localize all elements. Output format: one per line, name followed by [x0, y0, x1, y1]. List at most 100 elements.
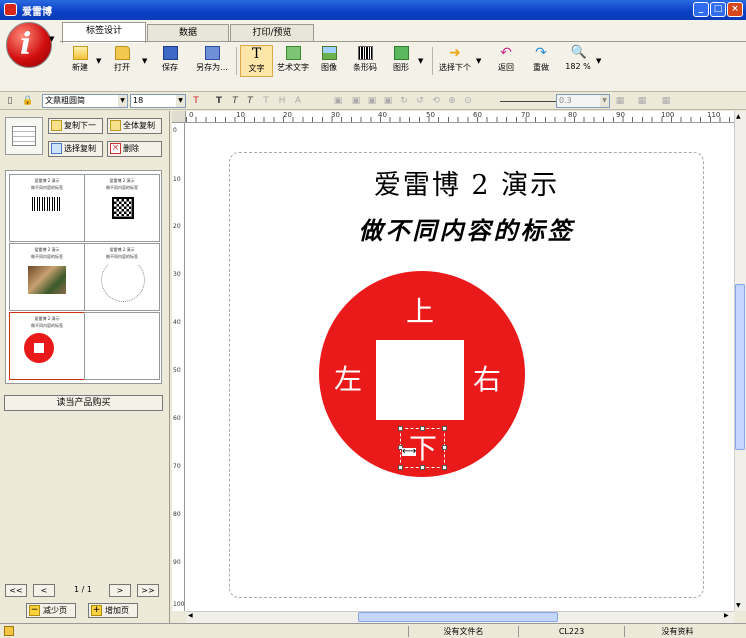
resize-handle[interactable] — [442, 465, 447, 470]
redo-button[interactable]: ↷ 重做 — [527, 45, 555, 77]
resize-handle[interactable] — [420, 465, 425, 470]
last-page-button[interactable]: >> — [137, 584, 159, 597]
thumbnail-barcode[interactable]: 爱雷博 2 演示 做不同内容的标签 — [9, 174, 85, 242]
thumbnail-qrcode[interactable]: 爱雷博 2 演示 做不同内容的标签 — [84, 174, 160, 242]
arrange-icon[interactable]: ▦ — [660, 95, 672, 107]
select-copy-button[interactable]: 选择复制 — [48, 141, 103, 157]
move-cursor-icon: ⟷ — [402, 446, 417, 457]
resize-handle[interactable] — [442, 426, 447, 431]
mirror-icon[interactable]: ⟲ — [430, 95, 442, 107]
label-title-text[interactable]: 爱雷博 2 演示 — [230, 163, 703, 202]
delete-button[interactable]: × 删除 — [107, 141, 162, 157]
page-icon[interactable]: ▯ — [4, 95, 16, 107]
zoom-small-icon[interactable]: ⊙ — [462, 95, 474, 107]
zoom-dropdown-chevron-icon[interactable]: ▼ — [596, 57, 601, 65]
vertical-ruler: 0 10 20 30 40 50 60 70 80 90 100 — [172, 123, 185, 611]
left-char-text[interactable]: 左 — [334, 358, 362, 398]
arc-text-image — [101, 258, 145, 302]
align-justify-icon[interactable]: ▣ — [382, 95, 394, 107]
save-button[interactable]: 保存 — [154, 45, 186, 77]
next-page-button[interactable]: > — [109, 584, 131, 597]
align-left-icon[interactable]: ▣ — [332, 95, 344, 107]
close-button[interactable]: × — [727, 2, 743, 17]
ribbon-separator — [432, 47, 433, 75]
vertical-scroll-thumb[interactable] — [735, 284, 745, 450]
tab-print-preview[interactable]: 打印/预览 — [230, 24, 314, 42]
remove-page-button[interactable]: − 减少页 — [26, 603, 76, 618]
fill-color-icon[interactable]: ▦ — [614, 95, 626, 107]
first-page-button[interactable]: << — [5, 584, 27, 597]
copy-next-button[interactable]: 复制下一 — [48, 118, 103, 134]
copy-all-button[interactable]: 全体复制 — [107, 118, 162, 134]
prev-page-button[interactable]: < — [33, 584, 55, 597]
flip-icon[interactable]: ↺ — [414, 95, 426, 107]
app-menu-button[interactable]: i — [6, 22, 52, 68]
top-char-text[interactable]: 上 — [406, 290, 434, 330]
tab-label-design[interactable]: 标签设计 — [62, 22, 146, 43]
rotate-icon[interactable]: ↻ — [398, 95, 410, 107]
font-size-select[interactable]: 18 ▼ — [130, 94, 186, 108]
minimize-button[interactable]: _ — [693, 2, 709, 17]
scroll-down-icon[interactable]: ▼ — [736, 602, 741, 609]
select-next-button[interactable]: ➜ 选择下个 — [436, 45, 474, 77]
zoom-icon: 🔍 — [570, 45, 587, 60]
align-right-icon[interactable]: ▣ — [366, 95, 378, 107]
font-name-select[interactable]: 文鼎粗圆简 ▼ — [42, 94, 128, 108]
label-subtitle-text[interactable]: 做不同内容的标签 — [230, 211, 703, 246]
barcode-icon — [357, 46, 373, 60]
right-char-text[interactable]: 右 — [473, 358, 501, 398]
lock-icon[interactable]: 🔒 — [22, 95, 34, 107]
shape-dropdown-chevron-icon[interactable]: ▼ — [418, 57, 423, 65]
text-tool-button[interactable]: T 文字 — [240, 45, 273, 77]
thumbnail-arc-text[interactable]: 爱雷博 2 演示 做不同内容的标签 — [84, 243, 160, 311]
resize-handle[interactable] — [442, 445, 447, 450]
open-button[interactable]: 打开 — [106, 45, 138, 77]
bold-icon[interactable]: T — [213, 95, 225, 107]
resize-handle[interactable] — [420, 426, 425, 431]
thumbnail-empty[interactable] — [84, 312, 160, 380]
thumbnail-photo[interactable]: 爱雷博 2 演示 做不同内容的标签 — [9, 243, 85, 311]
thumbnail-red-circle[interactable]: 爱雷博 2 演示 做不同内容的标签 — [9, 312, 85, 380]
white-square-shape[interactable] — [376, 340, 464, 420]
save-as-icon — [204, 46, 220, 60]
zoom-button[interactable]: 🔍 182 % — [562, 45, 594, 77]
select-next-chevron-icon[interactable]: ▼ — [476, 57, 481, 65]
align-center-icon[interactable]: ▣ — [350, 95, 362, 107]
resize-handle[interactable] — [398, 426, 403, 431]
undo-button[interactable]: ↶ 返回 — [492, 45, 520, 77]
new-dropdown-chevron-icon[interactable]: ▼ — [96, 57, 101, 65]
select-copy-icon — [51, 143, 62, 154]
scroll-left-icon[interactable]: ◀ — [188, 612, 193, 619]
line-width-select[interactable]: 0.3 ▼ — [556, 94, 610, 108]
resize-handle[interactable] — [398, 465, 403, 470]
line-style-icon[interactable] — [500, 101, 556, 102]
strike-icon[interactable]: H — [276, 95, 288, 107]
italic-icon[interactable]: T — [229, 95, 241, 107]
scroll-right-icon[interactable]: ▶ — [724, 612, 729, 619]
scroll-up-icon[interactable]: ▲ — [736, 113, 741, 120]
maximize-button[interactable]: □ — [710, 2, 726, 17]
effect-icon[interactable]: ⊕ — [446, 95, 458, 107]
border-color-icon[interactable]: ▦ — [636, 95, 648, 107]
add-page-button[interactable]: + 增加页 — [88, 603, 138, 618]
new-button[interactable]: 新建 — [64, 45, 96, 77]
redo-icon: ↷ — [535, 45, 547, 61]
tab-data[interactable]: 数据 — [147, 24, 229, 42]
open-dropdown-chevron-icon[interactable]: ▼ — [142, 57, 147, 65]
label-thumbnails: 爱雷博 2 演示 做不同内容的标签 爱雷博 2 演示 做不同内容的标签 爱雷博 … — [5, 170, 162, 384]
underline-icon[interactable]: T — [260, 95, 272, 107]
ruler-corner — [172, 111, 186, 123]
font-color-icon[interactable]: T — [190, 95, 202, 107]
shape-button[interactable]: 图形 — [386, 45, 416, 77]
art-text-button[interactable]: 艺术文字 — [275, 45, 311, 77]
barcode-button[interactable]: 条形码 — [348, 45, 382, 77]
italic-alt-icon[interactable]: T — [244, 95, 256, 107]
red-circle-image — [24, 333, 54, 363]
chevron-down-icon[interactable]: ▼ — [49, 35, 54, 43]
save-as-button[interactable]: 另存为... — [190, 45, 234, 77]
buy-button[interactable]: 读当产品购买 — [4, 395, 163, 411]
spacing-icon[interactable]: A — [292, 95, 304, 107]
delete-x-icon: × — [110, 143, 121, 154]
image-button[interactable]: 图像 — [314, 45, 344, 77]
horizontal-scroll-thumb[interactable] — [358, 612, 558, 622]
